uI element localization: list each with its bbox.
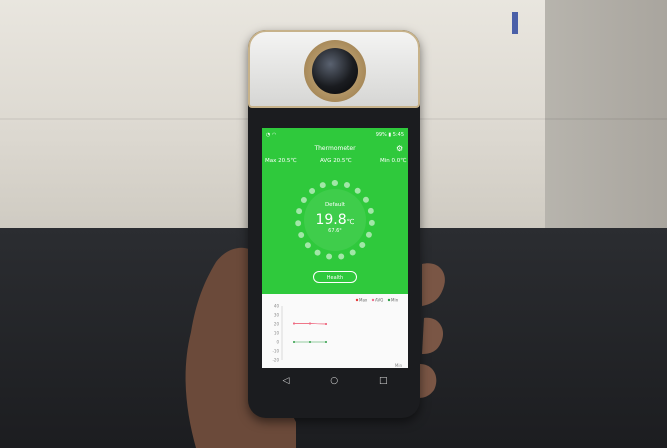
max-stat: Max 20.5℃	[265, 158, 297, 164]
chart-legend-label: Min	[391, 298, 399, 303]
chart-legend-label: Max	[359, 298, 368, 303]
dial-label: Default	[324, 202, 346, 208]
chart-y-tick-label: 30	[274, 313, 280, 318]
wall-note	[512, 12, 518, 34]
chart-legend-swatch	[371, 298, 375, 302]
stats-row: Max 20.5℃ AVG 20.5℃ Min 0.0℃	[262, 158, 408, 168]
history-chart-svg: 403020100-10-20Max AVG MinMin	[272, 298, 402, 369]
chart-y-tick-label: 0	[276, 340, 279, 345]
chart-data-point	[309, 341, 311, 343]
chart-data-point	[325, 323, 327, 325]
background-wall-shadow	[545, 0, 667, 228]
battery-level: 99%	[375, 132, 387, 138]
home-circle-icon[interactable]: ○	[330, 376, 338, 386]
chart-legend-swatch	[387, 298, 391, 302]
avg-stat: AVG 20.5℃	[320, 158, 352, 164]
chart-y-tick-label: -20	[272, 358, 279, 363]
chart-y-tick-label: 40	[274, 304, 280, 309]
recents-square-icon[interactable]: □	[379, 376, 388, 386]
settings-gear-icon[interactable]: ⚙	[396, 145, 404, 153]
camera-lens	[312, 48, 358, 94]
wifi-icon: ◔ ◠	[266, 132, 277, 138]
chart-data-point	[325, 341, 327, 343]
phone-screen: ◔ ◠ 99% ▮ 5:45 Thermometer ⚙ Max 20.5℃ A…	[262, 128, 408, 368]
status-right: 99% ▮ 5:45	[376, 132, 404, 138]
photo-scene: ◔ ◠ 99% ▮ 5:45 Thermometer ⚙ Max 20.5℃ A…	[0, 0, 667, 448]
avg-value: 20.5℃	[333, 158, 352, 164]
chart-data-point	[293, 322, 295, 325]
avg-label: AVG	[320, 158, 332, 164]
history-chart: 40 30 20 10 0 -10 -20 Max AVG Min Min	[262, 294, 408, 368]
temperature-unit: ℃	[346, 218, 355, 226]
chart-y-tick-label: -10	[272, 349, 279, 354]
max-value: 20.5℃	[278, 158, 297, 164]
battery-icon: ▮	[388, 132, 392, 138]
chart-data-point	[293, 341, 295, 343]
chart-legend-swatch	[355, 298, 359, 302]
back-triangle-icon[interactable]: ◁	[282, 376, 289, 386]
app-title: Thermometer	[314, 145, 356, 152]
chart-data-point	[309, 322, 311, 325]
chart-y-tick-label: 10	[274, 331, 280, 336]
chart-legend-label: AVG	[375, 298, 383, 303]
max-label: Max	[265, 158, 277, 164]
min-value: 0.0℃	[391, 158, 407, 164]
temperature-readout: 19.8℃	[262, 212, 408, 228]
chart-y-tick-label: 20	[274, 322, 280, 327]
status-bar: ◔ ◠ 99% ▮ 5:45	[262, 128, 408, 142]
min-stat: Min 0.0℃	[380, 158, 406, 164]
temperature-value: 19.8	[315, 212, 347, 228]
nav-bar: ◁ ○ □	[262, 368, 408, 394]
clock: 5:45	[392, 132, 404, 138]
health-button[interactable]: Health	[313, 271, 357, 283]
fahrenheit-readout: 67.6°	[328, 228, 342, 234]
min-label: Min	[380, 158, 390, 164]
